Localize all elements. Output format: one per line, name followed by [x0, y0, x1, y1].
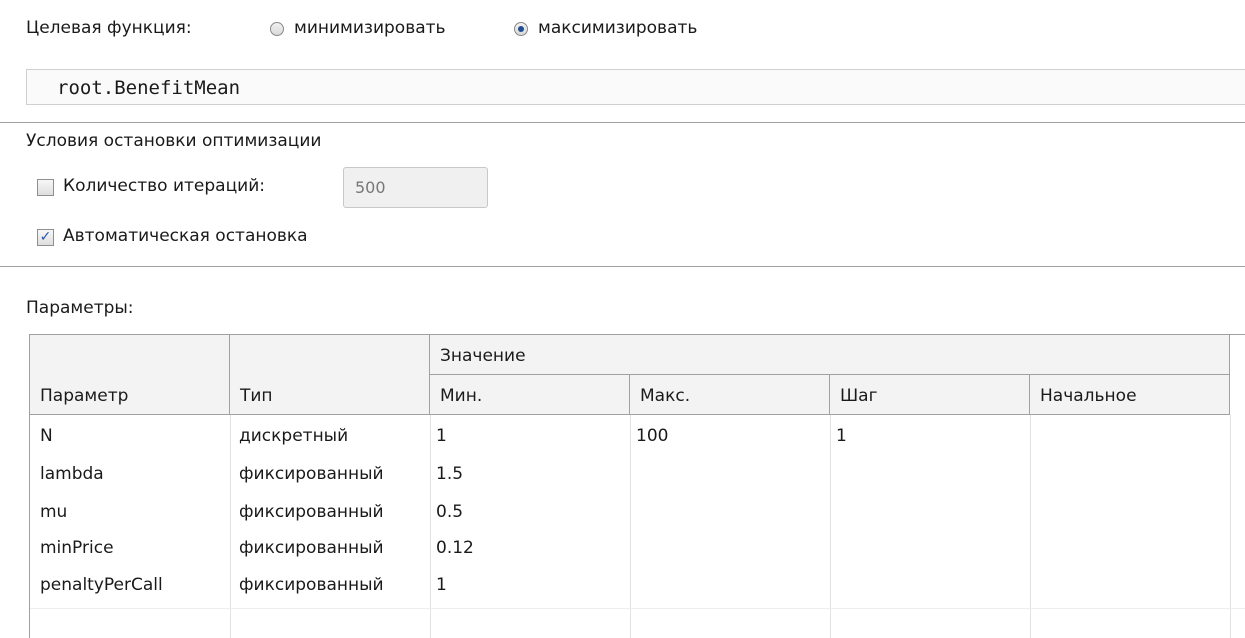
parameters-table[interactable]: Параметр Тип Значение Мин. Макс. Шаг Нач…	[29, 334, 1245, 638]
stop-conditions-title: Условия остановки оптимизации	[26, 131, 322, 151]
cell-param[interactable]: minPrice	[40, 538, 114, 558]
iterations-checkbox[interactable]	[37, 179, 54, 196]
cell-min[interactable]: 1.5	[436, 464, 463, 484]
cell-param[interactable]: penaltyPerCall	[40, 575, 163, 595]
cell-param[interactable]: N	[40, 426, 53, 446]
cell-min[interactable]: 0.5	[436, 502, 463, 522]
grid-line	[630, 415, 631, 638]
cell-param[interactable]: lambda	[40, 464, 104, 484]
cell-type[interactable]: фиксированный	[239, 575, 384, 595]
iterations-label[interactable]: Количество итераций:	[63, 176, 265, 196]
auto-stop-checkbox[interactable]: ✓	[37, 229, 54, 246]
auto-stop-label[interactable]: Автоматическая остановка	[63, 226, 308, 246]
grid-line	[30, 608, 1245, 609]
radio-minimize[interactable]	[270, 22, 284, 36]
radio-maximize-label[interactable]: максимизировать	[538, 18, 697, 38]
cell-min[interactable]: 0.12	[436, 538, 474, 558]
grid-line	[1230, 415, 1231, 638]
objective-expression-field[interactable]: root.BenefitMean	[26, 69, 1245, 105]
column-header-min[interactable]: Мин.	[430, 375, 630, 415]
radio-maximize[interactable]	[514, 22, 528, 36]
radio-minimize-label[interactable]: минимизировать	[294, 18, 446, 38]
iterations-input[interactable]: 500	[343, 167, 488, 208]
column-group-value: Значение	[430, 335, 1230, 375]
section-divider	[0, 266, 1245, 267]
cell-type[interactable]: фиксированный	[239, 538, 384, 558]
grid-line	[830, 415, 831, 638]
cell-min[interactable]: 1	[436, 575, 447, 595]
column-header-step[interactable]: Шаг	[830, 375, 1030, 415]
cell-param[interactable]: mu	[40, 502, 67, 522]
column-header-max[interactable]: Макс.	[630, 375, 830, 415]
grid-line	[1030, 415, 1031, 638]
cell-type[interactable]: фиксированный	[239, 502, 384, 522]
column-header-type[interactable]: Тип	[230, 335, 430, 415]
parameters-title: Параметры:	[26, 298, 134, 318]
grid-line	[430, 415, 431, 638]
iterations-value: 500	[355, 178, 386, 197]
objective-expression-text: root.BenefitMean	[57, 77, 241, 99]
objective-label: Целевая функция:	[26, 18, 192, 38]
cell-min[interactable]: 1	[436, 426, 447, 446]
cell-step[interactable]: 1	[836, 426, 847, 446]
cell-type[interactable]: дискретный	[239, 426, 348, 446]
grid-line	[230, 415, 231, 638]
cell-type[interactable]: фиксированный	[239, 464, 384, 484]
section-divider	[0, 122, 1245, 123]
column-header-param[interactable]: Параметр	[30, 335, 230, 415]
column-header-initial[interactable]: Начальное	[1030, 375, 1230, 415]
cell-max[interactable]: 100	[636, 426, 668, 446]
